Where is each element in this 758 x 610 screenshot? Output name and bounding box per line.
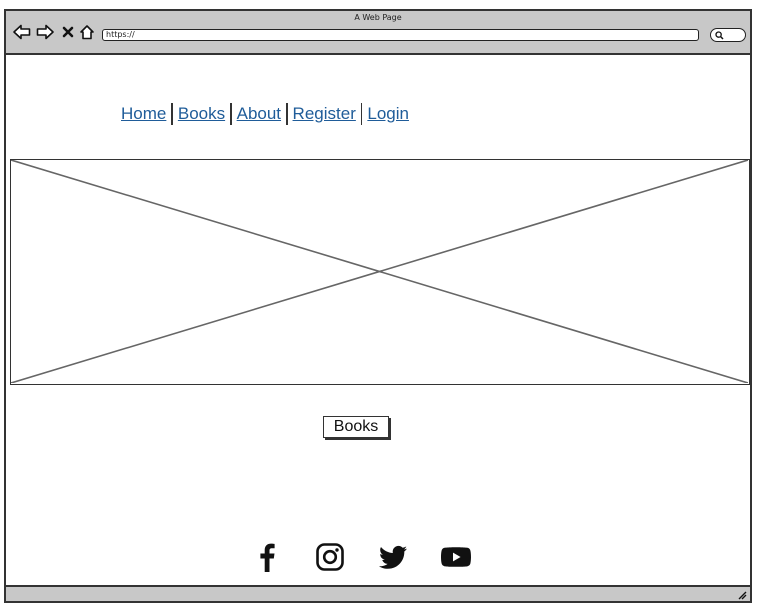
hero-image-placeholder: [10, 159, 750, 385]
youtube-link[interactable]: [440, 541, 472, 573]
nav-link-register[interactable]: Register: [288, 104, 361, 124]
instagram-icon: [316, 543, 344, 571]
books-button[interactable]: Books: [323, 416, 389, 438]
image-placeholder-cross: [11, 160, 748, 383]
search-icon: [715, 31, 724, 40]
browser-titlebar: A Web Page https://: [6, 11, 750, 55]
youtube-icon: [441, 547, 471, 567]
url-input[interactable]: https://: [102, 29, 699, 41]
browser-search-button[interactable]: [710, 28, 746, 42]
stop-button[interactable]: [58, 22, 78, 42]
home-button[interactable]: [77, 22, 97, 42]
forward-button[interactable]: [35, 22, 55, 42]
browser-statusbar: [6, 585, 750, 601]
facebook-icon: [260, 543, 275, 572]
nav-link-about[interactable]: About: [232, 104, 286, 124]
nav-link-home[interactable]: Home: [116, 104, 171, 124]
resize-grip-icon[interactable]: [737, 590, 747, 600]
browser-window: A Web Page https:// Home Books About Reg…: [4, 9, 752, 603]
close-icon: [62, 26, 74, 38]
window-title: A Web Page: [354, 13, 402, 22]
instagram-link[interactable]: [314, 541, 346, 573]
back-arrow-icon: [13, 24, 31, 40]
forward-arrow-icon: [36, 24, 54, 40]
back-button[interactable]: [12, 22, 32, 42]
facebook-link[interactable]: [251, 541, 283, 573]
twitter-link[interactable]: [377, 541, 409, 573]
twitter-icon: [379, 545, 407, 569]
nav-link-books[interactable]: Books: [173, 104, 230, 124]
nav-link-login[interactable]: Login: [362, 104, 414, 124]
home-icon: [80, 25, 94, 40]
main-nav: Home Books About Register Login: [116, 103, 414, 125]
